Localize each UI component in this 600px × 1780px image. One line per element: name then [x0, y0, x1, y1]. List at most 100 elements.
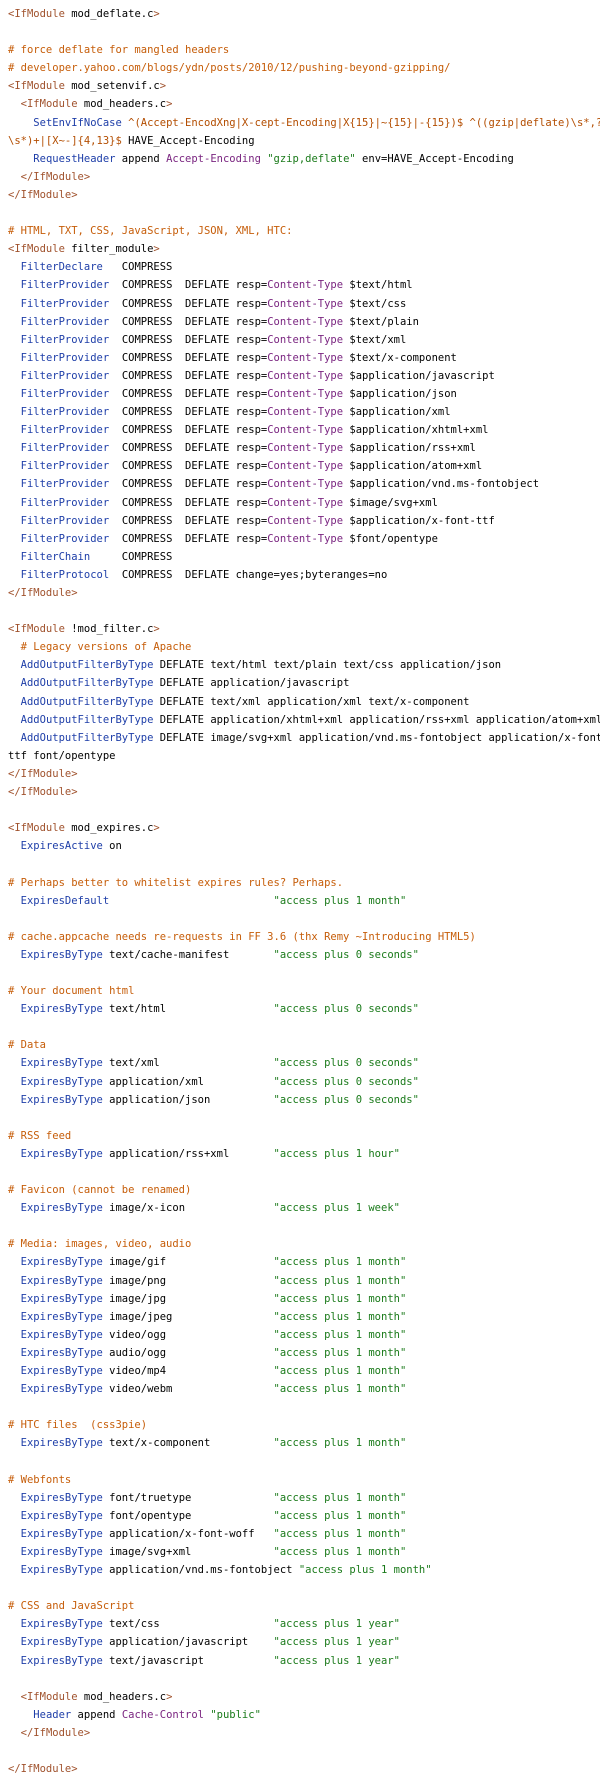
- directive-token: FilterProvider: [20, 460, 110, 473]
- comment-token: # Webfonts: [8, 1473, 72, 1486]
- directive-token: ExpiresByType: [20, 1636, 103, 1649]
- tag-token: </IfModule>: [8, 587, 78, 599]
- code-line: # Favicon (cannot be renamed): [8, 1181, 600, 1199]
- plain-token: DEFLATE text/html text/plain text/css ap…: [153, 659, 502, 672]
- directive-token: AddOutputFilterByType: [20, 713, 154, 726]
- plain-token: COMPRESS DEFLATE change=yes;byteranges=n…: [109, 568, 388, 581]
- string-token: "access plus 1 month": [273, 1310, 407, 1323]
- plain-token: image/png: [102, 1274, 274, 1287]
- code-line: <IfModule mod_deflate.c>: [8, 5, 600, 23]
- string-token: "access plus 1 hour": [273, 1147, 400, 1160]
- code-line: </IfModule>: [8, 168, 600, 186]
- plain-token: ttf font/opentype: [8, 749, 116, 762]
- keyword-token: Content-Type: [267, 424, 344, 437]
- keyword-token: Content-Type: [267, 406, 344, 419]
- string-token: "access plus 1 month": [273, 1527, 407, 1540]
- string-token: "access plus 1 week": [273, 1202, 400, 1215]
- plain-token: on: [102, 840, 122, 853]
- directive-token: ExpiresByType: [20, 1346, 103, 1359]
- keyword-token: Content-Type: [267, 351, 344, 364]
- code-line: ExpiresByType text/javascript "access pl…: [8, 1652, 600, 1670]
- keyword-token: Content-Type: [267, 478, 344, 491]
- directive-token: ExpiresActive: [20, 840, 103, 853]
- keyword-token: Content-Type: [267, 369, 344, 382]
- code-line: ttf font/opentype: [8, 747, 600, 765]
- directive-token: ExpiresByType: [20, 948, 103, 961]
- code-line: # CSS and JavaScript: [8, 1597, 600, 1615]
- code-line: # HTC files (css3pie): [8, 1416, 600, 1434]
- keyword-token: Content-Type: [267, 442, 344, 455]
- code-line: FilterProvider COMPRESS DEFLATE resp=Con…: [8, 331, 600, 349]
- string-token: "access plus 0 seconds": [273, 948, 419, 961]
- plain-token: $font/opentype: [343, 532, 438, 545]
- tag-token: <IfModule: [8, 80, 65, 93]
- directive-token: ExpiresByType: [20, 1202, 103, 1215]
- plain-token: text/javascript: [102, 1654, 274, 1667]
- plain-token: COMPRESS DEFLATE resp=: [109, 442, 268, 455]
- code-line: ExpiresByType application/x-font-woff "a…: [8, 1525, 600, 1543]
- tag-token: </IfModule>: [20, 1726, 91, 1739]
- directive-token: ExpiresByType: [20, 1075, 103, 1088]
- directive-token: ExpiresByType: [20, 1256, 103, 1269]
- code-line: AddOutputFilterByType DEFLATE text/xml a…: [8, 693, 600, 711]
- directive-token: ExpiresByType: [20, 1057, 103, 1070]
- plain-token: video/mp4: [102, 1365, 274, 1378]
- plain-token: image/jpg: [102, 1292, 274, 1305]
- plain-token: env=HAVE_Accept-Encoding: [355, 152, 514, 165]
- code-line: # Data: [8, 1036, 600, 1054]
- string-token: "access plus 1 month": [273, 1365, 407, 1378]
- plain-token: COMPRESS DEFLATE resp=: [109, 460, 268, 473]
- code-line: <IfModule mod_headers.c>: [8, 1688, 600, 1706]
- plain-token: COMPRESS DEFLATE resp=: [109, 351, 268, 364]
- directive-token: ExpiresByType: [20, 1545, 103, 1558]
- keyword-token: Content-Type: [267, 532, 344, 545]
- comment-token: # Perhaps better to whitelist expires ru…: [8, 876, 344, 889]
- code-line: # Perhaps better to whitelist expires ru…: [8, 874, 600, 892]
- plain-token: mod_headers.c: [77, 1690, 167, 1703]
- code-line: AddOutputFilterByType DEFLATE applicatio…: [8, 674, 600, 692]
- code-line: ExpiresByType application/vnd.ms-fontobj…: [8, 1561, 600, 1579]
- string-token: "access plus 1 month": [273, 1545, 407, 1558]
- string-token: "access plus 1 month": [273, 1274, 407, 1287]
- code-line: # HTML, TXT, CSS, JavaScript, JSON, XML,…: [8, 222, 600, 240]
- string-token: "access plus 1 year": [273, 1654, 400, 1667]
- plain-token: $text/plain: [343, 315, 419, 328]
- directive-token: ExpiresByType: [20, 1564, 103, 1577]
- tag-token: </IfModule>: [8, 786, 78, 799]
- code-line: ExpiresByType image/png "access plus 1 m…: [8, 1272, 600, 1290]
- code-line: ExpiresByType image/jpg "access plus 1 m…: [8, 1290, 600, 1308]
- plain-token: COMPRESS DEFLATE resp=: [109, 406, 268, 419]
- plain-token: text/html: [102, 1003, 274, 1016]
- plain-token: !mod_filter.c: [64, 623, 154, 636]
- tag-token: >: [159, 80, 167, 93]
- comment-token: # force deflate for mangled headers: [8, 44, 230, 57]
- code-line: ExpiresByType text/x-component "access p…: [8, 1434, 600, 1452]
- plain-token: application/vnd.ms-fontobject: [102, 1564, 299, 1577]
- code-line: </IfModule>: [8, 1724, 600, 1742]
- regex-token: \s*)+|[X~-]{4,13}$: [8, 134, 122, 147]
- directive-token: FilterProvider: [20, 351, 110, 364]
- directive-token: ExpiresByType: [20, 1509, 103, 1522]
- plain-token: append: [115, 152, 167, 165]
- code-line: ExpiresByType font/opentype "access plus…: [8, 1507, 600, 1525]
- plain-token: DEFLATE application/javascript: [153, 677, 350, 690]
